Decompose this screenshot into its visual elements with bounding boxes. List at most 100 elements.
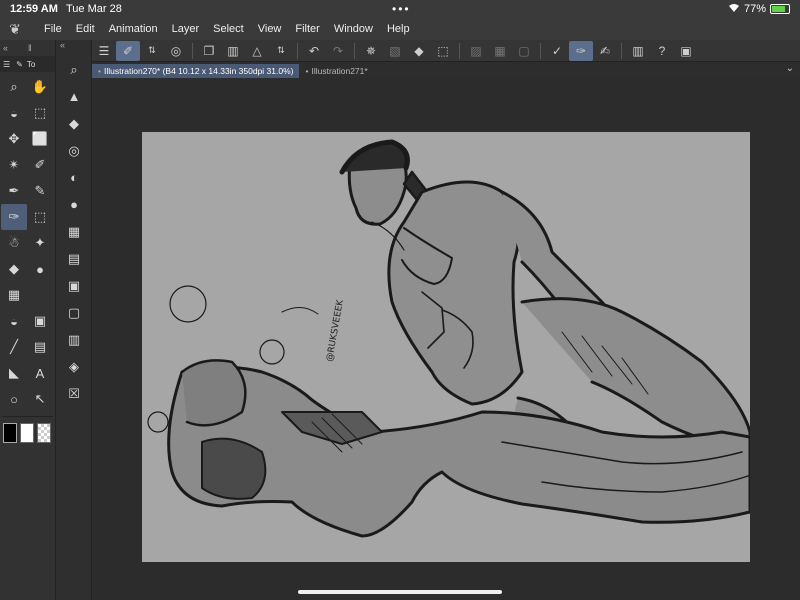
sub-tool-icon[interactable]: ▲ xyxy=(56,83,92,110)
menu-select[interactable]: Select xyxy=(213,23,244,35)
object-select-icon[interactable]: ⬚ xyxy=(27,100,53,126)
brush-size-icon[interactable]: ◎ xyxy=(56,137,92,164)
line-icon[interactable]: ╱ xyxy=(1,334,27,360)
pen-icon[interactable]: ✍ xyxy=(593,41,617,61)
app-logo-icon[interactable]: ❦ xyxy=(0,21,30,38)
record-icon[interactable]: ◎ xyxy=(164,41,188,61)
magic-wand-icon[interactable]: ✴ xyxy=(1,152,27,178)
loading-icon[interactable]: ✵ xyxy=(359,41,383,61)
layer-icon[interactable]: ◈ xyxy=(56,353,92,380)
undo-icon[interactable]: ↶ xyxy=(302,41,326,61)
pen-tab-icon[interactable]: ✎ xyxy=(16,60,23,69)
fill-icon[interactable]: ◒ xyxy=(1,308,27,334)
fill-icon[interactable]: ◆ xyxy=(407,41,431,61)
stepper-icon[interactable]: ⇅ xyxy=(140,41,164,61)
menu-view[interactable]: View xyxy=(258,23,282,35)
redo-icon[interactable]: ↷ xyxy=(326,41,350,61)
save-icon[interactable]: △ xyxy=(245,41,269,61)
divider xyxy=(2,416,53,417)
tab-illustration270[interactable]: • Illustration270* (B4 10.12 x 14.33in 35… xyxy=(92,64,300,78)
operation-icon[interactable]: ↖ xyxy=(27,386,53,412)
pencil-icon[interactable]: ✎ xyxy=(27,178,53,204)
multitask-dots[interactable]: ••• xyxy=(392,2,411,16)
home-indicator[interactable] xyxy=(298,590,502,594)
fill-bucket-icon[interactable]: ◒ xyxy=(1,100,27,126)
sparkle-icon[interactable]: ✦ xyxy=(27,230,53,256)
tab-dot-icon: • xyxy=(305,66,309,76)
eyedropper-icon[interactable]: ✐ xyxy=(27,152,53,178)
square-icon[interactable]: ▢ xyxy=(512,41,536,61)
palette-tab-label[interactable]: To xyxy=(27,60,35,69)
canvas-area[interactable]: @RUKSVEEEK xyxy=(92,78,800,600)
toolbar-divider xyxy=(192,42,193,59)
eraser-icon[interactable]: ◆ xyxy=(1,256,27,282)
delete-icon[interactable]: ☒ xyxy=(56,380,92,407)
status-date: Tue Mar 28 xyxy=(66,3,122,15)
layer-off-icon[interactable]: ▦ xyxy=(488,41,512,61)
color-wheel-icon[interactable]: ◐ xyxy=(56,164,92,191)
blend-icon[interactable]: ● xyxy=(27,256,53,282)
open-icon[interactable]: ▥ xyxy=(221,41,245,61)
approx-color-icon[interactable]: ▤ xyxy=(56,245,92,272)
marquee-icon[interactable]: ⬚ xyxy=(27,204,53,230)
airbrush-icon[interactable]: ☃ xyxy=(1,230,27,256)
chevron-down-icon[interactable]: ⌄ xyxy=(786,63,794,74)
collapse-icon[interactable]: « xyxy=(3,43,8,53)
list-icon[interactable]: ☰ xyxy=(3,60,10,69)
drawing-canvas[interactable]: @RUKSVEEEK xyxy=(142,132,750,562)
brush-size-icon[interactable]: ✐ xyxy=(116,40,140,61)
move-icon[interactable]: ✥ xyxy=(1,126,27,152)
intermediate-color-icon[interactable]: ▦ xyxy=(56,218,92,245)
stepper-icon[interactable]: ⇅ xyxy=(269,41,293,61)
palette-tab-row: ☰ ✎ To xyxy=(0,56,55,72)
text-icon[interactable]: A xyxy=(27,360,53,386)
command-bar: ☰ ✐ ⇅ ◎ ❐ ▥ △ ⇅ ↶ ↷ ✵ ▧ ◆ ⬚ ▨ ▦ ▢ ✓ ✑ ✍ … xyxy=(92,40,800,62)
hand-icon[interactable]: ✋ xyxy=(27,74,53,100)
transparent-swatch[interactable] xyxy=(37,423,51,443)
side-panel: « ⌕ ▲ ◆ ◎ ◐ ● ▦ ▤ ▣ ▢ ▥ ◈ ☒ xyxy=(56,40,92,600)
help-icon[interactable]: ? xyxy=(650,41,674,61)
menu-help[interactable]: Help xyxy=(387,23,410,35)
tool-palette: « ‖ ☰ ✎ To ⌕ ✋ ◒ ⬚ ✥ ⬜ ✴ ✐ ✒ ✎ ✑ ⬚ ☃ ✦ ◆ ● ▦ ◒ ▣ ╱ ▤ ◣ A ○ ↖ xyxy=(0,40,56,600)
tool-property-icon[interactable]: ◆ xyxy=(56,110,92,137)
pen-icon[interactable]: ✒ xyxy=(1,178,27,204)
menu-file[interactable]: File xyxy=(44,23,62,35)
menu-window[interactable]: Window xyxy=(334,23,373,35)
color-history-icon[interactable]: ▣ xyxy=(56,272,92,299)
menu-layer[interactable]: Layer xyxy=(172,23,200,35)
selection-rect-icon[interactable]: ⬜ xyxy=(27,126,53,152)
status-bar: 12:59 AM Tue Mar 28 ••• 77% xyxy=(0,0,800,18)
side-panel-header: « xyxy=(56,40,91,56)
ruler-icon[interactable]: ◣ xyxy=(1,360,27,386)
brush-icon[interactable]: ✑ xyxy=(569,40,593,61)
menu-icon[interactable]: ☰ xyxy=(92,41,116,61)
tab-illustration271[interactable]: • Illustration271* xyxy=(299,64,373,78)
speech-bubble-icon[interactable]: ○ xyxy=(1,386,27,412)
main-color-swatch[interactable] xyxy=(3,423,17,443)
brush-icon[interactable]: ✑ xyxy=(1,204,27,230)
wifi-icon xyxy=(728,3,740,16)
layer-property-icon[interactable]: ▥ xyxy=(56,326,92,353)
clear-icon[interactable]: ▨ xyxy=(464,41,488,61)
color-swatches xyxy=(0,419,55,447)
sub-color-swatch[interactable] xyxy=(20,423,34,443)
toolbar-divider xyxy=(540,42,541,59)
navigator-icon[interactable]: ⌕ xyxy=(56,56,92,83)
crop-icon[interactable]: ⬚ xyxy=(431,41,455,61)
menu-edit[interactable]: Edit xyxy=(76,23,95,35)
menu-animation[interactable]: Animation xyxy=(109,23,158,35)
sidebar-icon[interactable]: ▥ xyxy=(626,41,650,61)
collapse-icon[interactable]: « xyxy=(60,40,65,50)
frame-icon[interactable]: ▦ xyxy=(1,282,27,308)
transform-icon[interactable]: ▧ xyxy=(383,41,407,61)
panel-icon[interactable]: ▤ xyxy=(27,334,53,360)
color-set-icon[interactable]: ● xyxy=(56,191,92,218)
grip-icon[interactable]: ‖ xyxy=(28,43,32,53)
new-file-icon[interactable]: ❐ xyxy=(197,41,221,61)
material-icon[interactable]: ▢ xyxy=(56,299,92,326)
zoom-icon[interactable]: ⌕ xyxy=(1,74,27,100)
menu-filter[interactable]: Filter xyxy=(295,23,319,35)
gradient-icon[interactable]: ▣ xyxy=(27,308,53,334)
stroke-icon[interactable]: ✓ xyxy=(545,41,569,61)
settings-icon[interactable]: ▣ xyxy=(674,41,698,61)
